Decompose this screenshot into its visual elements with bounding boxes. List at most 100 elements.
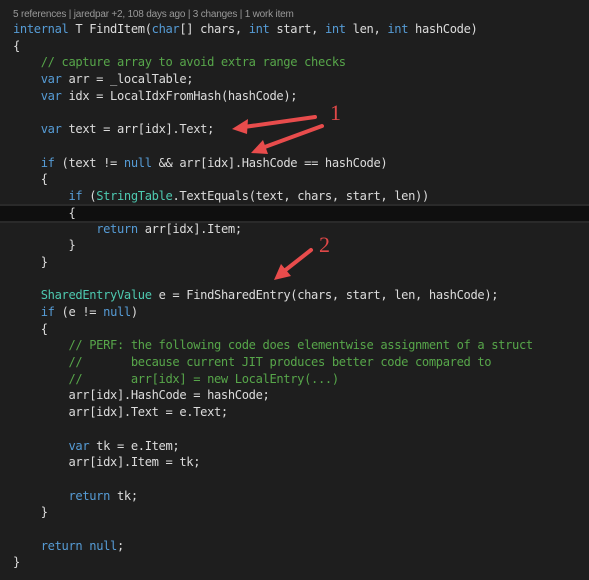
type-token: StringTable — [96, 188, 173, 203]
text-token: } — [13, 254, 48, 269]
codelens-changes[interactable]: 3 changes — [193, 9, 238, 20]
text-token: [] chars, — [179, 22, 249, 36]
comment-token: // because current JIT produces better c… — [13, 355, 492, 370]
keyword-token: var — [68, 438, 90, 453]
keyword-token: int — [324, 22, 346, 36]
code-line[interactable]: } — [0, 554, 589, 571]
codelens-bar: 5 references | jaredpar +2, 108 days ago… — [13, 9, 294, 20]
text-token: start, — [269, 22, 325, 36]
keyword-token: null — [103, 305, 131, 319]
text-token: arr[idx].HashCode = hashCode; — [13, 388, 270, 403]
keyword-token: if — [40, 305, 55, 319]
keyword-token: internal — [13, 22, 69, 36]
text-token: } — [13, 555, 20, 570]
keyword-token: null — [123, 155, 152, 170]
code-line[interactable]: arr[idx].Text = e.Text; — [0, 404, 589, 421]
keyword-token: null — [89, 538, 117, 553]
code-line[interactable] — [0, 138, 589, 155]
text-token: hashCode) — [408, 22, 478, 36]
codelens-separator: | — [237, 9, 245, 20]
text-token: { — [13, 321, 48, 336]
code-line[interactable]: } — [0, 237, 589, 254]
comment-token: // capture array to avoid extra range ch… — [13, 55, 346, 70]
code-line[interactable]: if (e != null) — [0, 304, 589, 321]
code-line[interactable]: // arr[idx] = new LocalEntry(...) — [0, 371, 589, 388]
text-token: ) — [130, 305, 138, 319]
code-line[interactable]: { — [0, 171, 589, 188]
text-token: tk = e.Item; — [89, 438, 180, 453]
code-line[interactable]: } — [0, 254, 589, 271]
codelens-separator: | — [66, 9, 74, 20]
code-line[interactable] — [0, 471, 589, 488]
code-line[interactable]: var arr = _localTable; — [0, 71, 589, 88]
text-token: arr = _localTable; — [61, 72, 194, 87]
code-line[interactable]: var text = arr[idx].Text; — [0, 121, 589, 138]
text-token: (text != — [54, 155, 124, 170]
code-line[interactable]: SharedEntryValue e = FindSharedEntry(cha… — [0, 287, 589, 304]
code-line[interactable] — [0, 421, 589, 438]
code-line[interactable]: return null; — [0, 538, 589, 555]
comment-token: // arr[idx] = new LocalEntry(...) — [13, 371, 339, 386]
code-line[interactable]: var tk = e.Item; — [0, 438, 589, 455]
code-line[interactable]: if (text != null && arr[idx].HashCode ==… — [0, 155, 589, 172]
text-token: arr[idx].Item = tk; — [13, 455, 201, 470]
code-line[interactable]: // PERF: the following code does element… — [0, 337, 589, 354]
text-token: arr[idx].Text = e.Text; — [13, 405, 228, 420]
text-token: len, — [345, 22, 388, 36]
text-token: ; — [117, 538, 124, 553]
keyword-token: if — [40, 155, 55, 170]
code-line[interactable] — [0, 521, 589, 538]
code-line[interactable]: return tk; — [0, 488, 589, 505]
code-line[interactable]: arr[idx].Item = tk; — [0, 454, 589, 471]
text-token: { — [13, 38, 20, 53]
comment-token: // PERF: the following code does element… — [13, 338, 533, 353]
keyword-token: if — [68, 188, 83, 203]
code-line[interactable]: return arr[idx].Item; — [0, 221, 589, 238]
code-line[interactable]: } — [0, 504, 589, 521]
code-editor[interactable]: internal T FindItem(char[] chars, int st… — [0, 21, 589, 571]
code-line[interactable]: // because current JIT produces better c… — [0, 354, 589, 371]
keyword-token: return — [96, 221, 138, 236]
text-token: } — [13, 505, 48, 520]
code-line[interactable]: arr[idx].HashCode = hashCode; — [0, 387, 589, 404]
keyword-token: int — [248, 22, 270, 36]
type-token: SharedEntryValue — [40, 288, 152, 303]
text-token: .TextEquals(text, chars, start, len)) — [172, 188, 429, 203]
code-line[interactable] — [0, 104, 589, 121]
keyword-token: var — [40, 88, 62, 103]
text-token: (e != — [54, 305, 104, 319]
text-token: tk; — [110, 488, 138, 503]
text-token: && arr[idx].HashCode == hashCode) — [151, 155, 388, 170]
keyword-token: char — [151, 22, 180, 36]
code-line[interactable] — [0, 271, 589, 288]
code-line[interactable]: { — [0, 38, 589, 55]
code-line[interactable]: internal T FindItem(char[] chars, int st… — [0, 21, 589, 38]
code-line[interactable]: { — [0, 321, 589, 338]
code-line[interactable]: // capture array to avoid extra range ch… — [0, 54, 589, 71]
codelens-references[interactable]: 5 references — [13, 9, 66, 20]
text-token: { — [13, 172, 48, 187]
text-token: text = arr[idx].Text; — [61, 122, 215, 137]
keyword-token: int — [387, 22, 409, 36]
codelens-work-items[interactable]: 1 work item — [245, 9, 294, 20]
code-line[interactable]: if (StringTable.TextEquals(text, chars, … — [0, 188, 589, 205]
annotation-label-1: 1 — [330, 100, 341, 125]
code-line[interactable]: var idx = LocalIdxFromHash(hashCode); — [0, 88, 589, 105]
codelens-authors[interactable]: jaredpar +2, 108 days ago — [74, 9, 186, 20]
text-token: idx = LocalIdxFromHash(hashCode); — [61, 88, 298, 103]
text-token: { — [13, 205, 76, 220]
codelens-separator: | — [185, 9, 193, 20]
text-token: e = FindSharedEntry(chars, start, len, h… — [151, 288, 499, 303]
keyword-token: return — [40, 538, 83, 553]
